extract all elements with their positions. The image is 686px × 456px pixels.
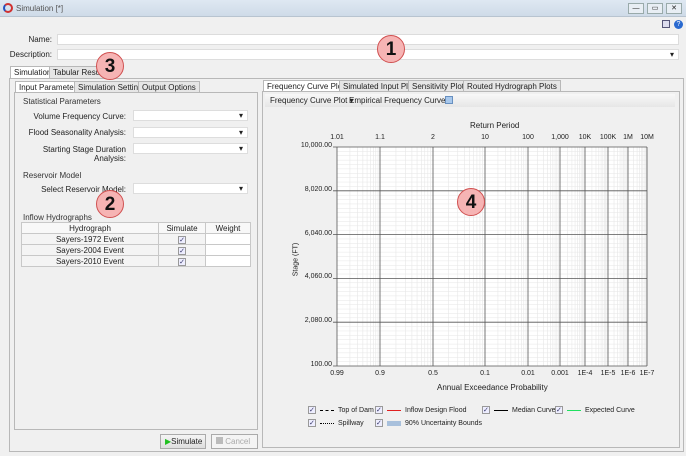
y-tick-label: 6,040.00 (304, 229, 332, 237)
legend-label: Top of Dam (338, 406, 374, 414)
bottom-tick-label: 0.01 (521, 370, 535, 377)
y-tick-label: 10,000.00 (300, 142, 332, 149)
legend-checkbox[interactable]: ✓ (555, 406, 563, 414)
bottom-tick-label: 1E-4 (577, 370, 593, 377)
y-tick-label: 2,080.00 (304, 317, 332, 325)
legend-label: Spillway (338, 419, 364, 427)
legend-label: Median Curve (512, 406, 556, 414)
annotation-2: 2 (96, 190, 124, 218)
top-tick-label: 1,000 (551, 134, 569, 141)
y-tick-label: 4,060.00 (304, 273, 332, 281)
legend-checkbox[interactable]: ✓ (308, 406, 316, 414)
top-tick-label: 1M (623, 134, 633, 141)
legend-label: 90% Uncertainty Bounds (405, 419, 483, 427)
bottom-tick-label: 0.99 (330, 370, 344, 377)
legend-swatch (320, 422, 334, 424)
legend-checkbox[interactable]: ✓ (375, 419, 383, 427)
bottom-tick-label: 0.9 (375, 370, 385, 377)
legend-swatch (320, 409, 334, 411)
annotation-1: 1 (377, 35, 405, 63)
top-tick-label: 2 (431, 134, 435, 141)
bottom-tick-label: 0.1 (480, 370, 490, 377)
legend-item: ✓ Expected Curve (555, 406, 635, 414)
legend-swatch (567, 409, 581, 411)
legend-item: ✓ Median Curve (482, 406, 556, 414)
top-tick-label: 10K (578, 134, 592, 141)
legend-checkbox[interactable]: ✓ (482, 406, 490, 414)
legend-label: Expected Curve (585, 406, 635, 414)
legend-checkbox[interactable]: ✓ (375, 406, 383, 414)
legend-item: ✓ Top of Dam (308, 406, 374, 414)
y-tick-label: 100.00 (310, 361, 332, 368)
legend-swatch (387, 409, 401, 411)
top-tick-label: 10 (481, 134, 489, 141)
legend-checkbox[interactable]: ✓ (308, 419, 316, 427)
bottom-tick-label: 0.001 (551, 370, 569, 377)
legend-item: ✓ 90% Uncertainty Bounds (375, 419, 482, 427)
top-tick-label: 1.1 (375, 134, 385, 141)
y-tick-label: 8,020.00 (304, 185, 332, 193)
top-tick-label: 100 (522, 134, 534, 141)
legend-swatch (387, 420, 401, 426)
bottom-tick-label: 0.5 (428, 370, 438, 377)
legend-item: ✓ Spillway (308, 419, 364, 427)
legend-label: Inflow Design Flood (405, 406, 467, 414)
bottom-tick-label: 1E-5 (600, 370, 616, 377)
top-tick-label: 1.01 (330, 134, 344, 141)
bottom-tick-label: 1E-6 (620, 370, 636, 377)
bottom-tick-label: 1E-7 (639, 370, 655, 377)
annotation-3: 3 (96, 52, 124, 80)
top-tick-label: 10M (640, 134, 654, 141)
legend-item: ✓ Inflow Design Flood (375, 406, 466, 414)
annotation-4: 4 (457, 188, 485, 216)
legend-swatch (494, 409, 508, 411)
top-tick-label: 100K (599, 134, 617, 141)
